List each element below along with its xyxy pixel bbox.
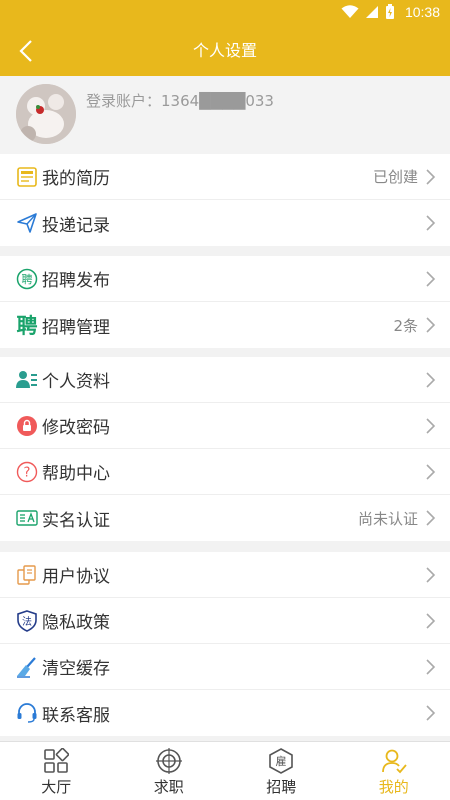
menu-item-resume[interactable]: 我的简历 已创建 [0, 154, 450, 200]
menu-item-personal-info[interactable]: 个人资料 [0, 357, 450, 403]
target-icon [155, 748, 182, 774]
chevron-right-icon [426, 215, 436, 231]
tab-hall[interactable]: 大厅 [0, 742, 113, 800]
menu-item-label: 实名认证 [42, 510, 110, 531]
tab-label: 我的 [378, 778, 409, 796]
user-check-icon [381, 749, 407, 774]
status-time: 10:38 [404, 4, 440, 20]
menu-item-delivery-record[interactable]: 投递记录 [0, 200, 450, 246]
menu-item-label: 用户协议 [42, 567, 110, 587]
send-icon [16, 212, 38, 234]
bottom-tab-bar: 大厅 求职 雇 招聘 我的 [0, 741, 450, 800]
menu-item-contact-service[interactable]: 联系客服 [0, 690, 450, 736]
settings-group-recruit: 聘 招聘发布 聘 招聘管理 2条 [0, 256, 450, 348]
chevron-right-icon [426, 567, 436, 583]
menu-item-recruit-publish[interactable]: 聘 招聘发布 [0, 256, 450, 302]
wifi-icon [341, 5, 359, 18]
svg-text:雇: 雇 [276, 754, 287, 768]
page-title: 个人设置 [192, 41, 257, 60]
svg-text:聘: 聘 [22, 272, 33, 286]
menu-item-value: 尚未认证 [357, 509, 418, 528]
chevron-right-icon [426, 317, 436, 333]
tab-label: 求职 [153, 778, 184, 796]
grid-icon [44, 748, 70, 773]
chevron-right-icon [426, 271, 436, 287]
signal-icon [365, 6, 378, 18]
settings-group-resume: 我的简历 已创建 投递记录 [0, 154, 450, 246]
menu-item-label: 帮助中心 [42, 464, 110, 484]
chevron-right-icon [426, 705, 436, 721]
recruit-manage-icon: 聘 [16, 314, 38, 338]
svg-text:?: ? [24, 466, 31, 481]
menu-item-label: 招聘管理 [42, 317, 110, 338]
avatar[interactable] [16, 84, 76, 144]
status-bar: 10:38 [0, 0, 450, 26]
menu-item-label: 联系客服 [42, 705, 110, 726]
recruit-publish-icon: 聘 [16, 268, 38, 290]
menu-item-user-agreement[interactable]: 用户协议 [0, 552, 450, 598]
app-bar: 个人设置 [0, 26, 450, 76]
chevron-right-icon [426, 169, 436, 185]
privacy-shield-icon: 法 [16, 610, 38, 632]
tab-label: 大厅 [41, 778, 72, 796]
lock-icon [16, 415, 38, 437]
chevron-right-icon [426, 613, 436, 629]
menu-item-real-name-auth[interactable]: 实名认证 尚未认证 [0, 495, 450, 541]
menu-item-label: 清空缓存 [42, 659, 110, 679]
account-text: 登录账户：1364████033 [86, 92, 274, 110]
menu-item-value: 已创建 [372, 168, 418, 186]
menu-item-label: 个人资料 [42, 372, 110, 392]
id-card-icon [16, 507, 38, 529]
tab-job-search[interactable]: 求职 [113, 742, 226, 800]
menu-item-label: 投递记录 [42, 215, 110, 236]
help-icon: ? [16, 461, 38, 483]
menu-item-privacy-policy[interactable]: 法 隐私政策 [0, 598, 450, 644]
profile-card-icon [16, 369, 38, 391]
settings-group-misc: 用户协议 法 隐私政策 清空缓存 联系客服 [0, 552, 450, 736]
tab-label: 招聘 [266, 778, 297, 796]
chevron-right-icon [426, 418, 436, 434]
menu-item-label: 隐私政策 [42, 613, 110, 633]
resume-icon [16, 166, 38, 188]
profile-header[interactable]: 登录账户：1364████033 [0, 76, 450, 154]
avatar-image [16, 84, 76, 144]
svg-text:法: 法 [22, 615, 32, 628]
menu-item-label: 修改密码 [42, 418, 110, 438]
menu-item-label: 招聘发布 [42, 271, 110, 291]
menu-item-change-password[interactable]: 修改密码 [0, 403, 450, 449]
tab-mine[interactable]: 我的 [338, 742, 450, 800]
chevron-right-icon [426, 510, 436, 526]
menu-item-help-center[interactable]: ? 帮助中心 [0, 449, 450, 495]
chevron-right-icon [426, 464, 436, 480]
chevron-right-icon [426, 659, 436, 675]
settings-group-account: 个人资料 修改密码 ? 帮助中心 实名认证 尚未认证 [0, 357, 450, 541]
tab-recruit[interactable]: 雇 招聘 [225, 742, 338, 800]
headset-icon [16, 702, 38, 724]
battery-icon [385, 4, 394, 19]
menu-item-value: 2条 [393, 316, 418, 335]
broom-icon [16, 656, 38, 678]
menu-item-label: 我的简历 [42, 169, 110, 189]
hire-badge-icon: 雇 [269, 748, 294, 774]
menu-item-recruit-manage[interactable]: 聘 招聘管理 2条 [0, 302, 450, 348]
chevron-right-icon [426, 372, 436, 388]
agreement-icon [16, 564, 38, 586]
menu-item-clear-cache[interactable]: 清空缓存 [0, 644, 450, 690]
